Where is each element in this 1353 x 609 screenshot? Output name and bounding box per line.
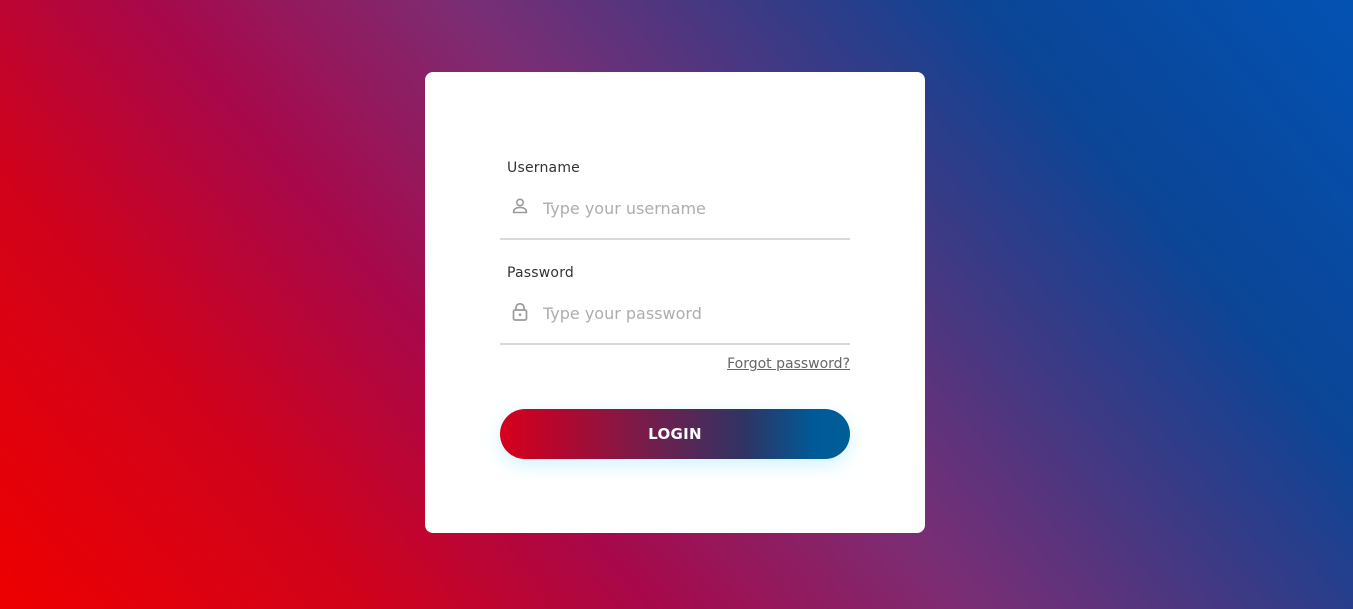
username-input[interactable] [543,188,843,228]
person-icon [511,197,529,215]
username-label: Username [507,160,580,176]
password-label: Password [507,265,574,281]
password-input[interactable] [543,293,843,333]
forgot-password-link[interactable]: Forgot password? [727,356,850,372]
lock-icon [511,302,529,321]
username-input-row[interactable] [500,188,850,240]
login-card: Username Password Forgot passw [425,72,925,533]
login-button[interactable]: LOGIN [500,409,850,459]
password-input-row[interactable] [500,293,850,345]
